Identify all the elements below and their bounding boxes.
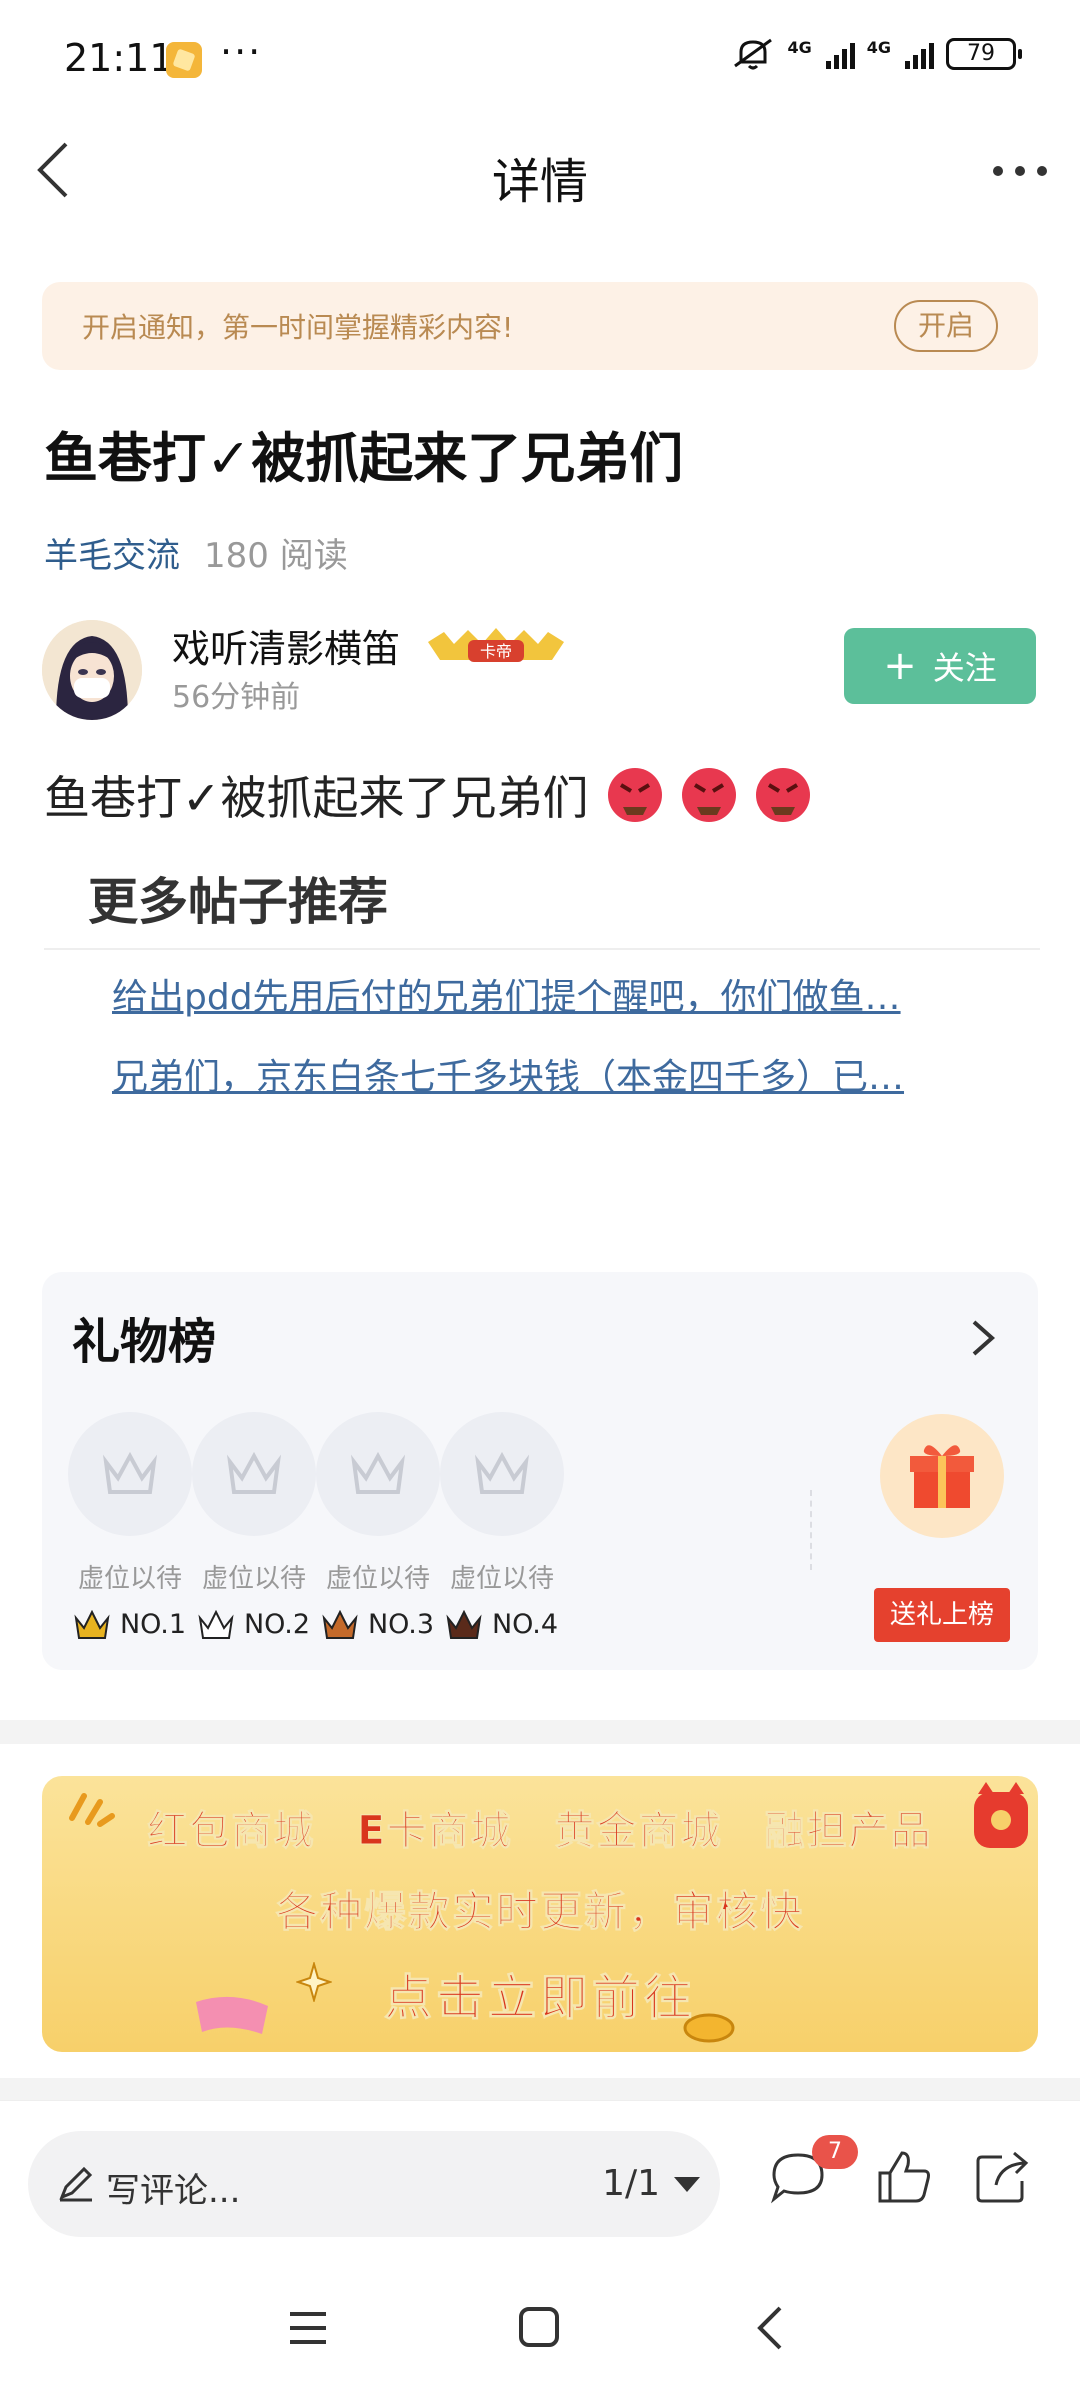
pen-icon [59,2166,93,2202]
crown-badge-icon: 卡帝 [428,628,564,662]
recommended-post-link[interactable]: 兄弟们，京东白条七千多块钱（本金四千多）已… [112,1048,992,1100]
slot-rank: NO.3 [316,1609,440,1640]
rank-number: NO.1 [119,1609,187,1640]
slot-label: 虚位以待 [449,1564,554,1594]
post-title: 鱼巷打✓被抓起来了兄弟们 [44,427,684,490]
notification-app-icon [166,42,202,78]
slot-label: 虚位以待 [325,1564,430,1594]
promo-line-1: 红包商城 E卡商城 黄金商城 融担产品 [147,1808,933,1855]
menu-icon[interactable] [288,2308,328,2348]
chevron-right-icon [972,1320,996,1356]
empty-avatar [68,1412,192,1536]
author-name[interactable]: 戏听清影横笛 [172,618,400,673]
rank-number: NO.4 [491,1609,559,1640]
section-separator [0,1720,1080,1744]
slot-label: 虚位以待 [77,1564,182,1594]
rank-crown-icon [74,1609,110,1639]
promo-cta: 点击立即前往 [383,1970,696,2027]
gift-board-title: 礼物榜 [72,1314,217,1370]
signal-2-icon [905,39,934,69]
gift-board: 礼物榜 虚位以待 NO.1 虚位以待 NO.2 虚位以待 NO.3 虚位以待 N… [42,1272,1038,1670]
status-time: 21:11 [64,36,174,80]
divider [44,948,1040,950]
post-content: 鱼巷打✓被抓起来了兄弟们 [44,762,811,828]
gift-rank-slot-2[interactable]: 虚位以待 NO.2 [192,1412,316,1640]
post-meta: 羊毛交流 180 阅读 [44,528,348,577]
gift-board-more-button[interactable] [968,1316,998,1360]
empty-avatar [440,1412,564,1536]
mute-vibrate-icon [734,38,773,70]
promo-line-2: 各种爆款实时更新，审核快 [275,1887,804,1937]
gift-rank-slot-4[interactable]: 虚位以待 NO.4 [440,1412,564,1640]
caret-down-icon[interactable] [674,2177,700,2192]
status-bar: 21:11 ··· 4G 4G 79 [0,0,1080,120]
recommended-post-link[interactable]: 给出pdd先用后付的兄弟们提个醒吧，你们做鱼… [112,968,992,1020]
post-category-link[interactable]: 羊毛交流 [44,536,180,576]
rank-number: NO.2 [243,1609,311,1640]
slot-rank: NO.2 [192,1609,316,1640]
network-type-2: 4G [866,37,891,57]
more-dots-icon [993,166,1047,176]
gift-box-icon [910,1445,974,1508]
bottom-action-bar: 写评论... 1/1 7 [0,2100,1080,2260]
back-nav-icon[interactable] [752,2304,788,2352]
status-right: 4G 4G 79 [731,36,1022,72]
divider [810,1490,812,1570]
gift-rank-slot-3[interactable]: 虚位以待 NO.3 [316,1412,440,1640]
badge-text: 卡帝 [480,642,512,661]
slot-rank: NO.4 [440,1609,564,1640]
network-type-1: 4G [787,37,812,57]
read-count: 180 阅读 [204,536,348,576]
slot-rank: NO.1 [68,1609,192,1640]
rank-number: NO.3 [367,1609,435,1640]
gift-rank-slot-1[interactable]: 虚位以待 NO.1 [68,1412,192,1640]
system-nav-bar [0,2260,1080,2400]
top-header: 详情 [0,120,1080,220]
send-gift-button[interactable] [880,1414,1004,1538]
battery-icon: 79 [946,38,1022,70]
more-posts-title: 更多帖子推荐 [88,873,388,931]
rank-crown-icon [198,1609,234,1639]
signal-1-icon [825,39,855,69]
promo-banner[interactable]: 红包商城 E卡商城 黄金商城 融担产品 各种爆款实时更新，审核快 点击立即前往 [42,1776,1038,2052]
author-level-badge: 卡帝 [424,624,568,668]
section-separator [0,2078,1080,2100]
post-time: 56分钟前 [172,680,301,715]
like-thumb-icon[interactable] [876,2149,932,2205]
comment-input[interactable]: 写评论... 1/1 [28,2131,720,2237]
author-avatar[interactable] [42,620,142,720]
notification-text: 开启通知，第一时间掌握精彩内容! [82,311,514,344]
send-gift-rank-button[interactable]: 送礼上榜 [874,1588,1010,1642]
plus-icon: + [883,643,917,689]
angry-emoji-icon [755,768,810,822]
post-content-text: 鱼巷打✓被抓起来了兄弟们 [44,771,589,825]
notification-banner: 开启通知，第一时间掌握精彩内容! 开启 [42,282,1038,370]
avatar-image [42,620,142,720]
status-more-dots: ··· [220,30,263,74]
enable-notification-button[interactable]: 开启 [894,300,998,352]
angry-emoji-icon [607,768,662,822]
crown-outline-icon [475,1451,529,1494]
slot-label: 虚位以待 [201,1564,306,1594]
empty-avatar [192,1412,316,1536]
crown-outline-icon [351,1451,405,1494]
home-square-icon[interactable] [518,2306,560,2348]
follow-label: 关注 [932,649,997,687]
page-title: 详情 [491,154,588,210]
comment-placeholder: 写评论... [106,2171,241,2211]
page-indicator[interactable]: 1/1 [602,2163,660,2204]
comment-count-badge: 7 [812,2135,858,2169]
follow-button[interactable]: + 关注 [844,628,1036,704]
rank-crown-icon [446,1609,482,1639]
crown-outline-icon [227,1451,281,1494]
more-options-button[interactable] [990,156,1050,186]
rank-crown-icon [322,1609,358,1639]
share-icon[interactable] [974,2149,1030,2205]
angry-emoji-icon [681,768,736,822]
crown-outline-icon [103,1451,157,1494]
empty-avatar [316,1412,440,1536]
